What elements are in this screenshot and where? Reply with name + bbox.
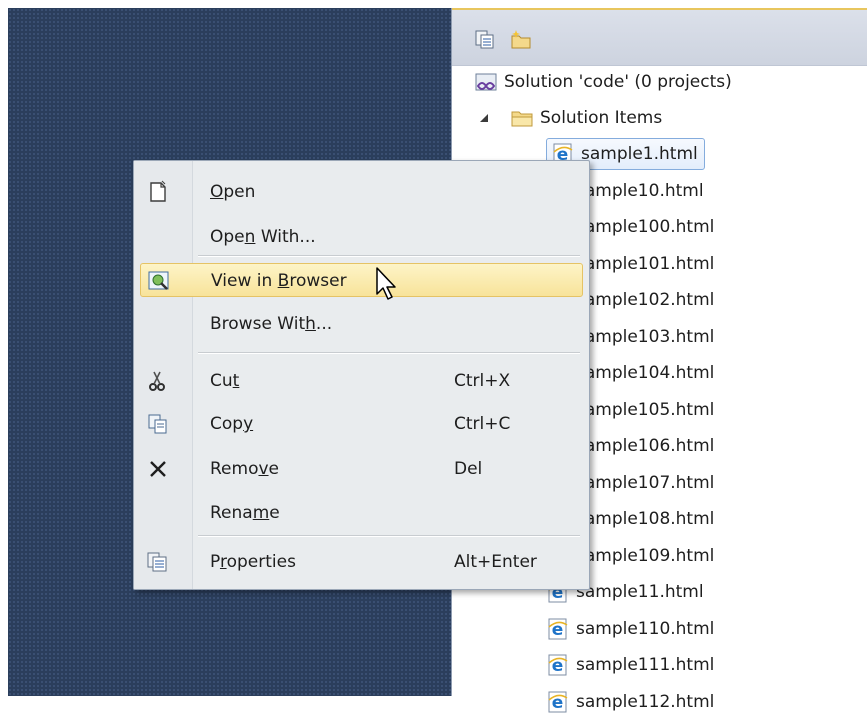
file-item[interactable]: e sample112.html — [546, 686, 714, 718]
properties-icon — [147, 552, 167, 572]
menu-item-browse-with[interactable]: Browse With... — [140, 307, 583, 341]
menu-item-open-with[interactable]: Open With... — [140, 220, 583, 254]
menu-separator — [198, 352, 580, 354]
menu-item-label: Open With... — [210, 227, 316, 247]
menu-item-label: Browse With... — [210, 314, 333, 334]
remove-icon — [150, 461, 166, 477]
menu-item-open[interactable]: Open — [140, 175, 583, 209]
menu-item-label: Rename — [210, 503, 280, 523]
file-label: sample110.html — [576, 618, 715, 639]
menu-item-remove[interactable]: Remove Del — [140, 452, 583, 486]
menu-item-label: Cut — [210, 371, 240, 391]
file-label: sample1.html — [581, 144, 698, 164]
menu-item-shortcut: Alt+Enter — [454, 552, 537, 572]
file-label: sample108.html — [576, 509, 715, 529]
context-menu: Open Open With... View in Browser Browse Wi… — [133, 160, 590, 590]
file-label: sample104.html — [576, 363, 715, 383]
scissors-icon — [149, 371, 165, 391]
file-label: sample10.html — [576, 180, 704, 201]
menu-item-label: View in Browser — [211, 271, 347, 291]
file-label: sample103.html — [576, 326, 715, 347]
solution-label: Solution 'code' (0 projects) — [504, 72, 732, 92]
html-file-icon: e — [548, 691, 568, 713]
file-item[interactable]: e sample111.html — [546, 649, 714, 681]
menu-item-shortcut: Del — [454, 459, 483, 479]
menu-item-cut[interactable]: Cut Ctrl+X — [140, 364, 583, 398]
file-label: sample11.html — [576, 582, 704, 602]
menu-item-properties[interactable]: Properties Alt+Enter — [140, 545, 583, 579]
menu-item-label: Remove — [210, 459, 279, 479]
solution-icon — [475, 73, 497, 91]
html-file-icon: e — [548, 618, 568, 640]
file-label: sample106.html — [576, 436, 715, 456]
file-label: sample109.html — [576, 545, 715, 566]
html-file-icon: e — [548, 654, 568, 676]
file-label: sample102.html — [576, 290, 715, 310]
mouse-cursor-icon — [376, 267, 396, 300]
menu-separator — [198, 535, 580, 537]
menu-separator — [198, 255, 580, 257]
file-label: sample100.html — [576, 217, 715, 237]
menu-item-copy[interactable]: Copy Ctrl+C — [140, 407, 583, 441]
menu-item-rename[interactable]: Rename — [140, 496, 583, 530]
new-folder-toolbar-icon[interactable] — [510, 28, 532, 50]
folder-label: Solution Items — [540, 108, 663, 128]
file-label: sample112.html — [576, 691, 715, 712]
menu-item-shortcut: Ctrl+X — [454, 371, 511, 391]
view-in-browser-icon — [148, 271, 169, 290]
menu-item-label: Copy — [210, 414, 254, 434]
folder-icon — [511, 111, 533, 127]
copy-icon — [148, 414, 167, 434]
folder-node-solution-items[interactable]: Solution Items — [478, 102, 662, 134]
file-label: sample101.html — [576, 253, 715, 274]
file-label: sample107.html — [576, 472, 715, 493]
file-label: sample111.html — [576, 655, 715, 675]
expand-triangle-icon[interactable] — [478, 111, 492, 125]
file-label: sample105.html — [576, 399, 715, 420]
file-item[interactable]: e sample110.html — [546, 613, 714, 645]
solution-node[interactable]: Solution 'code' (0 projects) — [474, 66, 732, 98]
menu-item-shortcut: Ctrl+C — [454, 414, 511, 434]
open-file-icon — [150, 180, 166, 202]
menu-item-view-in-browser[interactable]: View in Browser — [140, 263, 583, 297]
solution-explorer-toolbar — [452, 8, 867, 66]
properties-toolbar-icon[interactable] — [474, 28, 496, 50]
menu-item-label: Open — [210, 182, 256, 202]
menu-item-label: Properties — [210, 552, 296, 572]
